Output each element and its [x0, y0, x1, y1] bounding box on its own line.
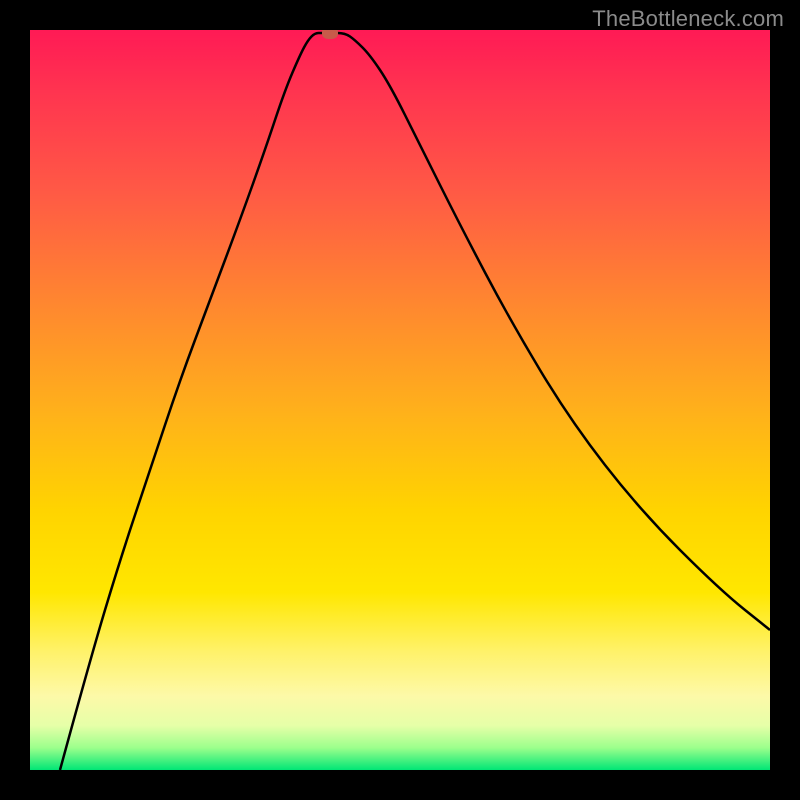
curve-layer	[30, 30, 770, 770]
optimal-marker	[322, 30, 338, 39]
attribution-text: TheBottleneck.com	[592, 6, 784, 32]
chart-frame: TheBottleneck.com	[0, 0, 800, 800]
plot-area	[30, 30, 770, 770]
bottleneck-curve	[60, 33, 770, 770]
